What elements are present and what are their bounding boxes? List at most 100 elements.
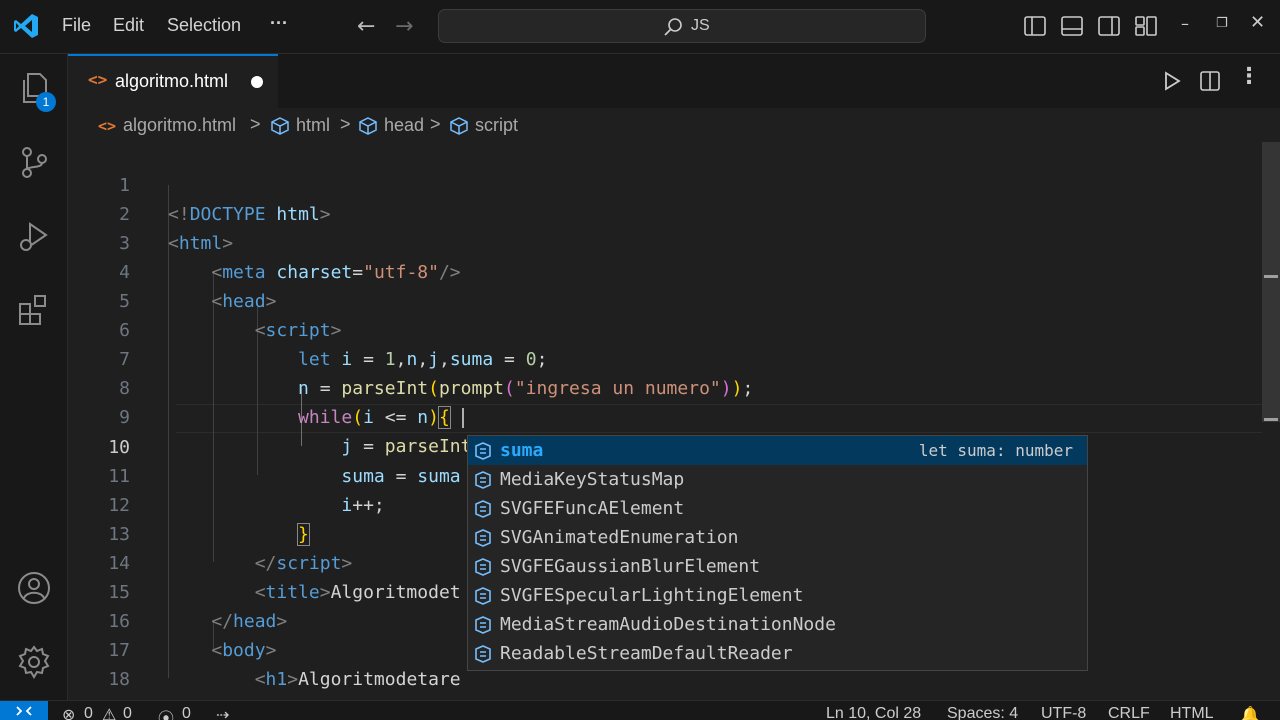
line-ending[interactable]: CRLF — [1108, 705, 1150, 720]
variable-icon — [475, 587, 491, 605]
variable-icon — [475, 471, 491, 489]
breadcrumb-script[interactable]: script — [475, 115, 518, 136]
suggestion-label: ReadableStreamDefaultReader — [500, 643, 793, 664]
suggestion-item[interactable]: suma let suma: number — [468, 436, 1087, 465]
toggle-panel-icon[interactable] — [1060, 14, 1084, 38]
ports-icon[interactable]: ⦿ — [158, 705, 174, 720]
menu-file[interactable]: File — [62, 15, 91, 36]
scrollbar-thumb[interactable] — [1262, 142, 1280, 422]
forward-arrow-icon[interactable]: → — [395, 14, 413, 39]
breadcrumb-separator: > — [340, 114, 351, 134]
extensions-icon[interactable] — [16, 292, 52, 328]
code-line: 3 <meta charset="utf-8"/> — [68, 200, 1262, 283]
settings-gear-icon[interactable] — [16, 644, 52, 680]
error-count[interactable]: 0 — [84, 705, 93, 720]
warning-count[interactable]: 0 — [123, 705, 132, 720]
html-file-icon: <> — [98, 117, 117, 135]
code-line: 6 let i = 1,n,j,suma = 0; — [68, 287, 1262, 370]
remote-icon — [16, 706, 32, 716]
suggestion-item[interactable]: ReadableStreamDefaultReader — [468, 639, 1087, 668]
code-line: 1 <!DOCTYPE html> — [68, 142, 1262, 225]
code-line: 5 <script> — [68, 258, 1262, 341]
tab-algoritmo-html[interactable]: <> algoritmo.html — [68, 54, 278, 108]
suggestion-item[interactable]: SVGFEGaussianBlurElement — [468, 552, 1087, 581]
editor-scrollbar[interactable] — [1262, 142, 1280, 700]
suggestion-item[interactable]: MediaStreamAudioDestinationNode — [468, 610, 1087, 639]
suggestion-item[interactable]: SVGAnimatedEnumeration — [468, 523, 1087, 552]
variable-icon — [475, 558, 491, 576]
suggestion-label: SVGFESpecularLightingElement — [500, 585, 804, 606]
code-line: 4 <head> — [68, 229, 1262, 312]
search-icon — [664, 18, 682, 36]
text-cursor — [462, 408, 464, 428]
customize-layout-icon[interactable] — [1134, 14, 1158, 38]
code-line: 2 <html> — [68, 171, 1262, 254]
restore-icon[interactable]: ❐ — [1216, 16, 1228, 31]
suggestion-item[interactable]: SVGFESpecularLightingElement — [468, 581, 1087, 610]
scrollbar-marker — [1264, 418, 1278, 421]
account-icon[interactable] — [16, 570, 52, 606]
menu-more[interactable]: ··· — [270, 13, 288, 34]
tab-label: algoritmo.html — [115, 71, 229, 91]
suggestion-label: MediaKeyStatusMap — [500, 469, 685, 490]
variable-icon — [475, 442, 491, 460]
vscode-logo-icon — [14, 14, 38, 38]
element-cube-icon — [450, 117, 468, 135]
more-actions-icon[interactable]: ⋮ — [1238, 64, 1260, 89]
menu-edit[interactable]: Edit — [113, 15, 144, 36]
run-play-icon[interactable] — [1161, 70, 1183, 92]
warning-icon[interactable]: ⚠ — [102, 705, 116, 720]
suggestion-label: suma — [500, 440, 544, 461]
indentation[interactable]: Spaces: 4 — [947, 705, 1018, 720]
suggestion-item[interactable]: SVGFEFuncAElement — [468, 494, 1087, 523]
editor-tab-bar: <> algoritmo.html ⋮ — [68, 54, 1280, 108]
suggestion-label: SVGFEGaussianBlurElement — [500, 556, 761, 577]
source-control-icon[interactable] — [16, 144, 52, 180]
breadcrumb: <> algoritmo.html > html > head > script — [68, 108, 1280, 142]
remote-indicator[interactable] — [0, 701, 48, 720]
run-debug-icon[interactable] — [16, 218, 52, 254]
live-share-icon[interactable]: ⇢ — [216, 705, 229, 720]
language-mode[interactable]: HTML — [1170, 705, 1214, 720]
explorer-badge: 1 — [36, 92, 56, 112]
command-center-text: JS — [691, 17, 710, 34]
suggestion-label: SVGFEFuncAElement — [500, 498, 685, 519]
suggestion-item[interactable]: MediaKeyStatusMap — [468, 465, 1087, 494]
suggestion-label: SVGAnimatedEnumeration — [500, 527, 739, 548]
code-line: 9 j = parseInt(prompt("ingresa el numero… — [68, 374, 1262, 457]
notifications-bell-icon[interactable]: 🔔 — [1240, 705, 1260, 720]
breadcrumb-separator: > — [430, 114, 441, 134]
html-file-icon: <> — [88, 70, 108, 89]
suggestion-detail: let suma: number — [918, 441, 1073, 460]
encoding[interactable]: UTF-8 — [1041, 705, 1086, 720]
error-icon[interactable]: ⊗ — [62, 705, 75, 720]
split-editor-icon[interactable] — [1199, 70, 1221, 92]
menu-selection[interactable]: Selection — [167, 15, 241, 36]
breadcrumb-file[interactable]: algoritmo.html — [123, 115, 236, 136]
variable-icon — [475, 500, 491, 518]
ports-count[interactable]: 0 — [182, 705, 191, 720]
autocomplete-suggestions: suma let suma: number MediaKeyStatusMap … — [467, 435, 1088, 671]
close-window-icon[interactable]: ✕ — [1250, 12, 1265, 33]
minimize-icon[interactable]: – — [1181, 14, 1189, 33]
title-bar: File Edit Selection ··· ← → JS – ❐ ✕ — [0, 0, 1280, 54]
breadcrumb-head[interactable]: head — [384, 115, 424, 136]
toggle-primary-sidebar-icon[interactable] — [1023, 14, 1047, 38]
cursor-position[interactable]: Ln 10, Col 28 — [826, 705, 921, 720]
breadcrumb-separator: > — [250, 114, 261, 134]
breadcrumb-html[interactable]: html — [296, 115, 330, 136]
variable-icon — [475, 616, 491, 634]
code-line: 7 n = parseInt(prompt("ingresa un numero… — [68, 316, 1262, 399]
status-bar: ⊗ 0 ⚠ 0 ⦿ 0 ⇢ Ln 10, Col 28 Spaces: 4 UT… — [0, 700, 1280, 720]
back-arrow-icon[interactable]: ← — [357, 14, 375, 39]
element-cube-icon — [359, 117, 377, 135]
variable-icon — [475, 529, 491, 547]
code-line-current: 10 suma = suma — [68, 404, 1262, 487]
command-center-search[interactable]: JS — [438, 9, 926, 43]
code-line: 8 while(i <= n){ — [68, 345, 1262, 429]
suggestion-label: MediaStreamAudioDestinationNode — [500, 614, 836, 635]
toggle-secondary-sidebar-icon[interactable] — [1097, 14, 1121, 38]
variable-icon — [475, 645, 491, 663]
unsaved-dot-icon[interactable] — [251, 76, 263, 88]
element-cube-icon — [271, 117, 289, 135]
